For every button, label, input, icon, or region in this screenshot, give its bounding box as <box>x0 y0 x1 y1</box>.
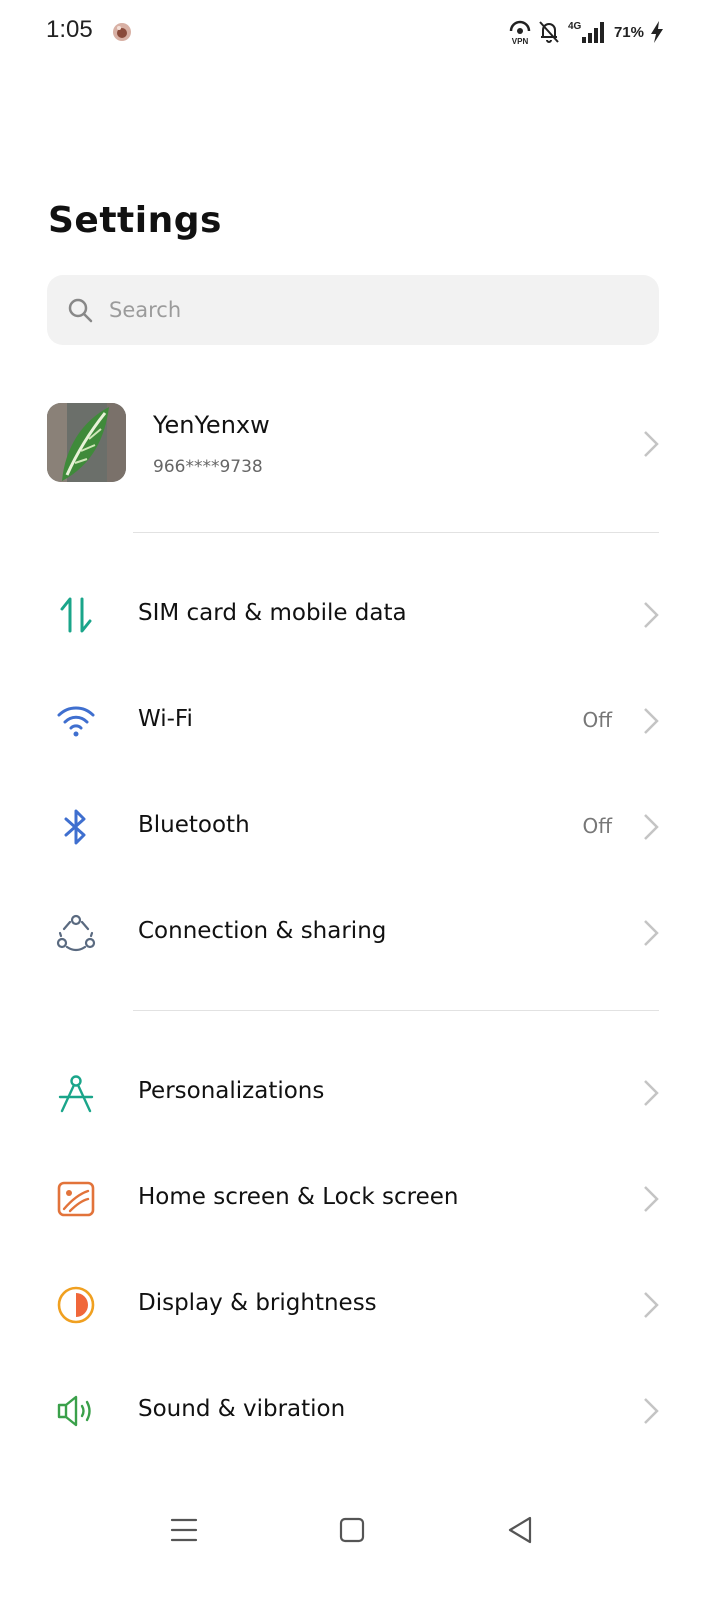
signal-icon: 4G <box>568 21 604 43</box>
setting-label: Wi-Fi <box>138 706 193 732</box>
bluetooth-icon <box>64 809 86 845</box>
setting-sound-vibration[interactable]: Sound & vibration <box>0 1366 720 1456</box>
setting-status: Off <box>582 708 612 732</box>
back-icon[interactable] <box>500 1510 540 1550</box>
sound-vibration-icon <box>57 1395 91 1427</box>
home-icon[interactable] <box>332 1510 372 1550</box>
setting-label: Sound & vibration <box>138 1396 346 1422</box>
chevron-right-icon <box>644 602 659 628</box>
chevron-right-icon <box>644 431 659 457</box>
wifi-icon <box>57 706 95 737</box>
sim-data-icon <box>60 597 92 633</box>
chevron-right-icon <box>644 920 659 946</box>
menu-icon[interactable] <box>164 1510 204 1550</box>
setting-label: SIM card & mobile data <box>138 600 407 626</box>
vpn-label: VPN <box>512 37 529 45</box>
status-icons: VPN 4G 71% <box>508 18 664 46</box>
chevron-right-icon <box>644 708 659 734</box>
setting-connection-sharing[interactable]: Connection & sharing <box>0 888 720 978</box>
setting-sim-card-mobile-data[interactable]: SIM card & mobile data <box>0 570 720 660</box>
account-name: YenYenxw <box>153 411 270 439</box>
bell-muted-icon <box>539 21 559 43</box>
status-time: 1:05 <box>46 16 93 43</box>
status-bar: 1:05 VPN 4G 71% <box>0 0 720 64</box>
chevron-right-icon <box>644 814 659 840</box>
setting-label: Display & brightness <box>138 1290 377 1316</box>
personalization-compass-icon <box>58 1075 94 1113</box>
chevron-right-icon <box>644 1292 659 1318</box>
account-phone: 966****9738 <box>153 457 263 477</box>
display-brightness-icon <box>57 1286 95 1324</box>
setting-display-brightness[interactable]: Display & brightness <box>0 1260 720 1350</box>
setting-personalizations[interactable]: Personalizations <box>0 1048 720 1138</box>
avatar <box>47 403 126 482</box>
connection-sharing-icon <box>56 914 96 952</box>
battery-percentage: 71% <box>613 23 644 41</box>
account-row[interactable]: YenYenxw 966****9738 <box>0 395 720 495</box>
setting-label: Home screen & Lock screen <box>138 1184 459 1210</box>
search-icon <box>68 298 93 323</box>
setting-wifi[interactable]: Wi-Fi Off <box>0 676 720 766</box>
search-input[interactable] <box>107 297 631 323</box>
setting-bluetooth[interactable]: Bluetooth Off <box>0 782 720 872</box>
network-type-label: 4G <box>568 21 582 32</box>
chevron-right-icon <box>644 1080 659 1106</box>
setting-label: Connection & sharing <box>138 918 387 944</box>
setting-label: Personalizations <box>138 1078 325 1104</box>
setting-status: Off <box>582 814 612 838</box>
divider <box>133 532 659 533</box>
page-title: Settings <box>48 200 222 241</box>
divider <box>133 1010 659 1011</box>
navigation-bar <box>0 1490 720 1560</box>
vpn-icon: VPN <box>509 20 531 45</box>
setting-label: Bluetooth <box>138 812 250 838</box>
setting-home-lock-screen[interactable]: Home screen & Lock screen <box>0 1154 720 1244</box>
home-lock-screen-icon <box>57 1181 95 1217</box>
charging-bolt-icon <box>651 21 663 43</box>
chevron-right-icon <box>644 1398 659 1424</box>
search-bar[interactable] <box>47 275 659 345</box>
notification-app-icon <box>113 23 131 41</box>
chevron-right-icon <box>644 1186 659 1212</box>
